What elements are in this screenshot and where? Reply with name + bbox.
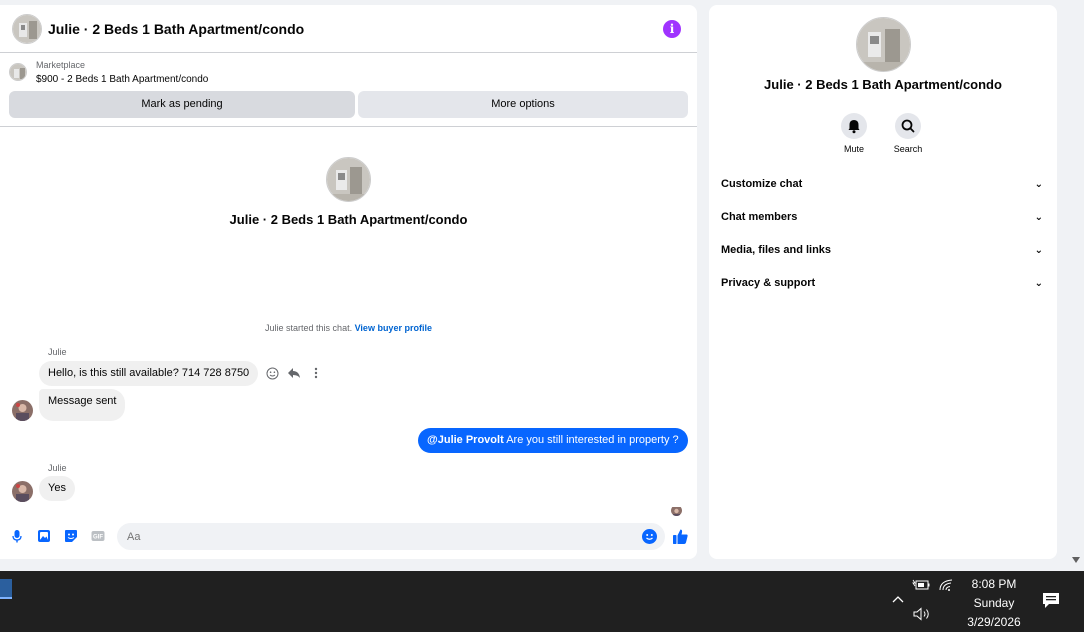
listing-summary[interactable]: $900 - 2 Beds 1 Bath Apartment/condo xyxy=(36,74,208,85)
view-buyer-profile-link[interactable]: View buyer profile xyxy=(355,323,432,333)
details-avatar[interactable] xyxy=(856,17,911,72)
chevron-down-icon: ⌄ xyxy=(1034,278,1043,289)
sender-name: Julie xyxy=(48,347,67,357)
section-label: Customize chat xyxy=(721,178,803,190)
chevron-down-icon: ⌄ xyxy=(1034,212,1043,223)
message-input[interactable] xyxy=(117,523,665,550)
microphone-icon[interactable] xyxy=(10,529,24,543)
mute-label: Mute xyxy=(843,144,864,154)
gif-icon[interactable]: GIF xyxy=(91,529,105,543)
taskbar-app-icon[interactable] xyxy=(0,579,12,599)
section-privacy-support[interactable]: Privacy & support ⌄ xyxy=(709,267,1057,300)
battery-icon[interactable] xyxy=(912,578,930,592)
search-action[interactable]: Search xyxy=(888,113,928,154)
search-icon[interactable] xyxy=(895,113,921,139)
volume-icon[interactable] xyxy=(912,606,932,622)
emoji-icon[interactable] xyxy=(642,529,657,544)
message-thread: Julie · 2 Beds 1 Bath Apartment/condo Ju… xyxy=(0,128,697,516)
section-media-files-links[interactable]: Media, files and links ⌄ xyxy=(709,234,1057,267)
notification-center-icon[interactable] xyxy=(1040,590,1062,610)
details-title: Julie · 2 Beds 1 Bath Apartment/condo xyxy=(764,77,1002,92)
sticker-icon[interactable] xyxy=(64,529,78,543)
seen-indicator-avatar xyxy=(671,505,682,516)
started-text: Julie started this chat. xyxy=(265,323,353,333)
thumbs-up-icon[interactable] xyxy=(672,528,689,545)
chevron-down-icon: ⌄ xyxy=(1034,179,1043,190)
wifi-icon[interactable] xyxy=(938,578,956,592)
clock-day: Sunday xyxy=(973,596,1015,610)
listing-thumbnail[interactable] xyxy=(9,63,27,81)
message-bubble-outgoing[interactable]: @Julie Provolt Are you still interested … xyxy=(418,428,688,453)
sender-avatar[interactable] xyxy=(12,481,33,502)
react-icon[interactable] xyxy=(265,367,279,381)
composer: GIF xyxy=(0,520,697,554)
chevron-down-icon: ⌄ xyxy=(1034,245,1043,256)
scroll-down-arrow-icon[interactable] xyxy=(1071,556,1081,566)
info-icon[interactable]: i xyxy=(663,20,681,38)
message-bubble-incoming[interactable]: Message sent xyxy=(39,389,126,421)
more-options-button[interactable]: More options xyxy=(358,91,688,118)
thread-title: Julie · 2 Beds 1 Bath Apartment/condo xyxy=(229,212,468,227)
details-sections: Customize chat ⌄ Chat members ⌄ Media, f… xyxy=(709,168,1057,300)
marketplace-bar: Marketplace $900 - 2 Beds 1 Bath Apartme… xyxy=(0,54,697,127)
mute-action[interactable]: Mute xyxy=(834,113,874,154)
message-bubble-incoming[interactable]: Yes xyxy=(39,476,75,501)
chat-panel: Julie · 2 Beds 1 Bath Apartment/condo i … xyxy=(0,5,697,559)
sender-avatar[interactable] xyxy=(12,400,33,421)
section-label: Media, files and links xyxy=(721,244,832,256)
marketplace-label: Marketplace xyxy=(36,60,86,70)
reply-icon[interactable] xyxy=(287,367,301,381)
sender-name: Julie xyxy=(48,463,67,473)
windows-taskbar: 8:08 PM Sunday 3/29/2026 xyxy=(0,571,1084,632)
chat-title[interactable]: Julie · 2 Beds 1 Bath Apartment/condo xyxy=(48,21,304,37)
search-label: Search xyxy=(893,144,923,154)
more-vertical-icon[interactable] xyxy=(309,367,323,381)
section-label: Chat members xyxy=(721,211,798,223)
mention-tag[interactable]: @Julie Provolt xyxy=(427,434,504,446)
chat-details-panel: Julie · 2 Beds 1 Bath Apartment/condo Mu… xyxy=(709,5,1057,559)
photo-icon[interactable] xyxy=(37,529,51,543)
thread-avatar[interactable] xyxy=(326,157,371,202)
section-chat-members[interactable]: Chat members ⌄ xyxy=(709,201,1057,234)
gif-icon-text: GIF xyxy=(93,535,103,541)
show-hidden-icons-chevron-icon[interactable] xyxy=(890,591,906,607)
clock-time: 8:08 PM xyxy=(971,577,1017,591)
mark-pending-button[interactable]: Mark as pending xyxy=(9,91,355,118)
chat-header: Julie · 2 Beds 1 Bath Apartment/condo i xyxy=(0,5,697,53)
section-label: Privacy & support xyxy=(721,277,816,289)
outgoing-text: Are you still interested in property ? xyxy=(506,434,679,446)
system-clock[interactable]: 8:08 PM Sunday 3/29/2026 xyxy=(960,575,1028,632)
section-customize-chat[interactable]: Customize chat ⌄ xyxy=(709,168,1057,201)
message-bubble-incoming[interactable]: Hello, is this still available? 714 728 … xyxy=(39,361,259,386)
chat-started-note: Julie started this chat. View buyer prof… xyxy=(0,323,697,333)
clock-date: 3/29/2026 xyxy=(967,615,1021,629)
bell-icon[interactable] xyxy=(841,113,867,139)
listing-avatar[interactable] xyxy=(12,14,42,44)
message-actions xyxy=(265,366,323,382)
